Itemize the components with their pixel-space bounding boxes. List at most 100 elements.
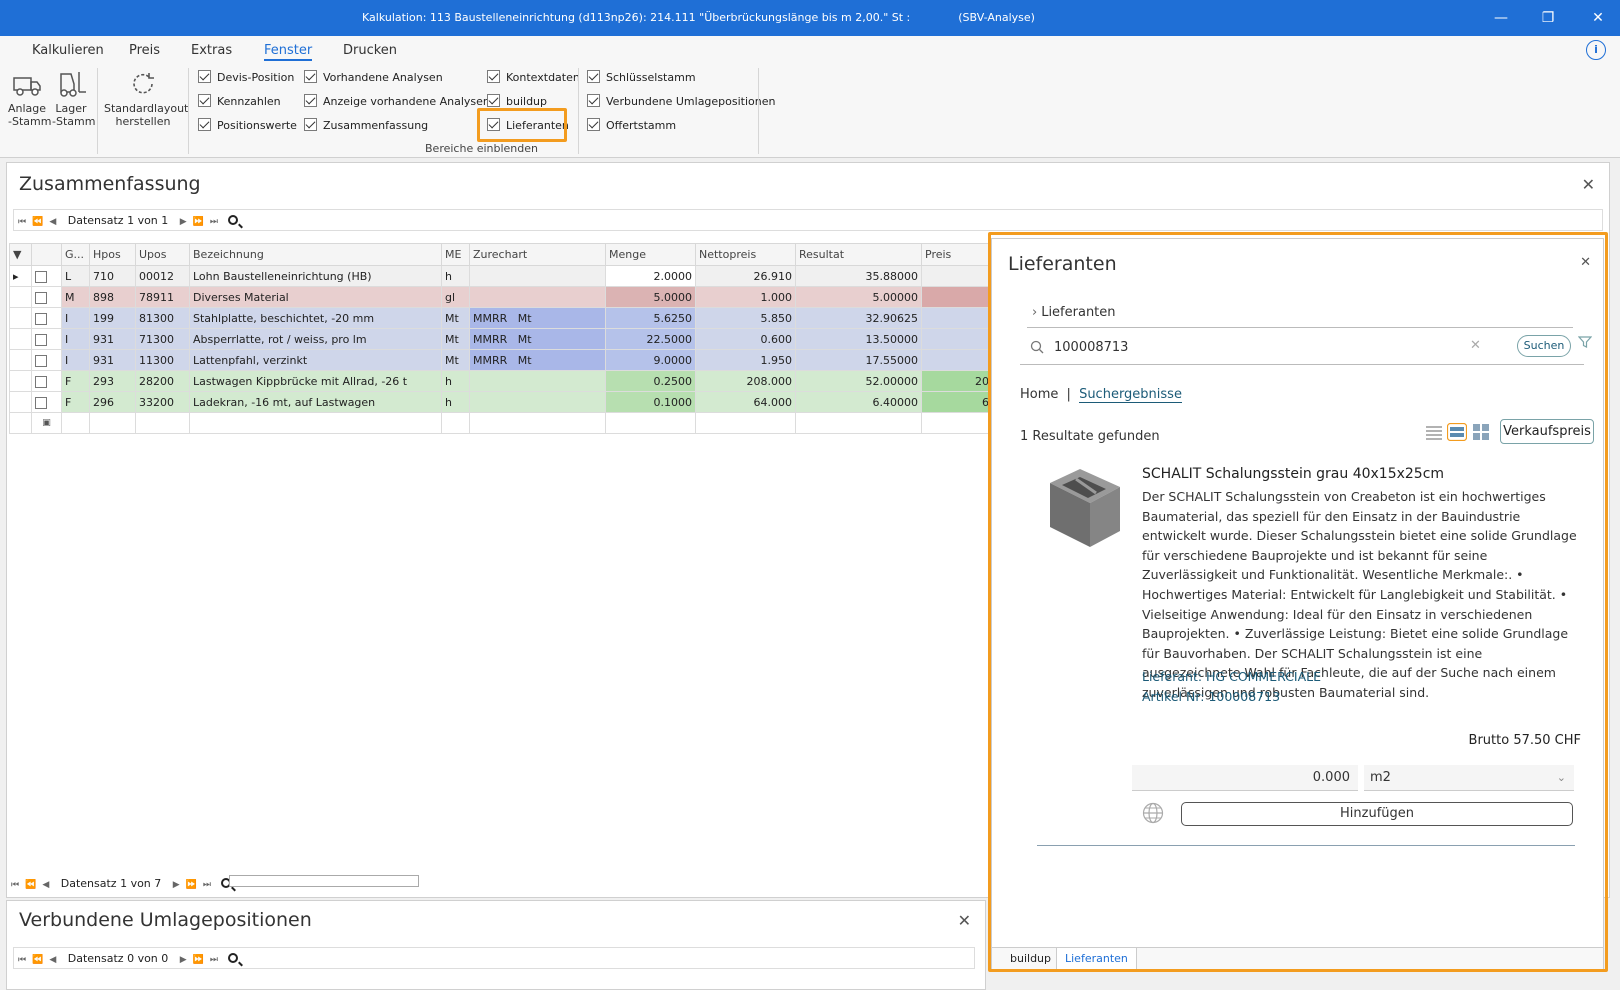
cell-hpos[interactable]: 898 (89, 286, 136, 308)
cell-zurechart[interactable]: MMRR Mt (469, 328, 606, 350)
checkbox-devis-position[interactable]: Devis-Position (198, 70, 294, 86)
table-row[interactable]: F 293 28200 Lastwagen Kippbrücke mit All… (9, 370, 1000, 392)
cell-upos[interactable]: 11300 (135, 349, 190, 371)
checkbox-positionswerte[interactable]: Positionswerte (198, 118, 297, 134)
cell-resultat[interactable]: 6.40000 (795, 391, 922, 413)
column-header-g[interactable]: G... (61, 243, 90, 266)
column-header-nettopreis[interactable]: Nettopreis (695, 243, 796, 266)
table-row[interactable]: I 199 81300 Stahlplatte, beschichtet, -2… (9, 307, 1000, 329)
cell-resultat[interactable]: 35.88000 (795, 265, 922, 287)
cell-zurechart[interactable] (469, 265, 606, 287)
cell-nettopreis[interactable]: 0.600 (695, 328, 796, 350)
next-page-icon[interactable]: ⏩ (186, 880, 197, 890)
cell-me[interactable]: h (441, 391, 470, 413)
column-header-hpos[interactable]: Hpos (89, 243, 136, 266)
column-header-select[interactable] (31, 243, 62, 266)
column-header-menge[interactable]: Menge (605, 243, 696, 266)
cell-zurechart[interactable] (469, 286, 606, 308)
prev-record-icon[interactable]: ◀ (49, 217, 56, 227)
table-row[interactable]: I 931 11300 Lattenpfahl, verzinkt Mt MMR… (9, 349, 1000, 371)
cell-me[interactable]: Mt (441, 328, 470, 350)
search-icon[interactable] (227, 215, 238, 225)
cell-hpos[interactable]: 931 (89, 349, 136, 371)
row-checkbox[interactable] (31, 265, 62, 287)
last-record-icon[interactable]: ⏭ (203, 880, 211, 890)
cell-zurechart[interactable]: MMRR Mt (469, 349, 606, 371)
row-checkbox[interactable] (31, 370, 62, 392)
cell-me[interactable]: Mt (441, 349, 470, 371)
cell-hpos[interactable]: 293 (89, 370, 136, 392)
cell-nettopreis[interactable]: 26.910 (695, 265, 796, 287)
column-header-resultat[interactable]: Resultat (795, 243, 922, 266)
column-header-me[interactable]: ME (441, 243, 470, 266)
cell-upos[interactable]: 00012 (135, 265, 190, 287)
cell-zurechart[interactable] (469, 391, 606, 413)
cell-hpos[interactable]: 710 (89, 265, 136, 287)
cell-g[interactable]: M (61, 286, 90, 308)
new-row-icon[interactable]: ▣ (31, 412, 62, 434)
standardlayout-button[interactable]: Standardlayout herstellen (104, 70, 188, 128)
table-row[interactable]: F 296 33200 Ladekran, -16 mt, auf Lastwa… (9, 391, 1000, 413)
checkbox-offertstamm[interactable]: Offertstamm (587, 118, 676, 134)
menu-extras[interactable]: Extras (191, 43, 232, 58)
next-page-icon[interactable]: ⏩ (193, 955, 204, 965)
cell-menge[interactable]: 0.1000 (605, 391, 696, 413)
first-record-icon[interactable]: ⏮ (18, 217, 26, 227)
cell-me[interactable]: h (441, 265, 470, 287)
horizontal-scrollbar[interactable] (229, 875, 419, 887)
anlage-stamm-button[interactable]: Anlage -Stamm (8, 70, 51, 128)
menu-fenster[interactable]: Fenster (264, 43, 313, 61)
column-header-upos[interactable]: Upos (135, 243, 190, 266)
column-header-zurechart[interactable]: Zurechart (469, 243, 606, 266)
prev-page-icon[interactable]: ⏪ (32, 955, 43, 965)
cell-nettopreis[interactable]: 5.850 (695, 307, 796, 329)
cell-me[interactable]: gl (441, 286, 470, 308)
close-icon[interactable]: ✕ (958, 911, 971, 930)
cell-nettopreis[interactable]: 1.000 (695, 286, 796, 308)
cell-resultat[interactable]: 32.90625 (795, 307, 922, 329)
row-checkbox[interactable] (31, 349, 62, 371)
row-checkbox[interactable] (31, 307, 62, 329)
lager-stamm-button[interactable]: Lager -Stamm (52, 70, 95, 128)
restore-icon[interactable]: ❐ (1538, 8, 1558, 28)
row-checkbox[interactable] (31, 391, 62, 413)
table-row[interactable]: ▸ L 710 00012 Lohn Baustelleneinrichtung… (9, 265, 1000, 287)
cell-g[interactable]: I (61, 307, 90, 329)
row-checkbox[interactable] (31, 286, 62, 308)
cell-zurechart[interactable]: MMRR Mt (469, 307, 606, 329)
table-row[interactable]: I 931 71300 Absperrlatte, rot / weiss, p… (9, 328, 1000, 350)
info-icon[interactable]: i (1586, 40, 1606, 60)
close-icon[interactable]: ✕ (1582, 175, 1595, 194)
cell-menge[interactable]: 9.0000 (605, 349, 696, 371)
cell-resultat[interactable]: 17.55000 (795, 349, 922, 371)
cell-bezeichnung[interactable]: Lastwagen Kippbrücke mit Allrad, -26 t (189, 370, 442, 392)
cell-upos[interactable]: 33200 (135, 391, 190, 413)
cell-me[interactable]: Mt (441, 307, 470, 329)
cell-bezeichnung[interactable]: Ladekran, -16 mt, auf Lastwagen (189, 391, 442, 413)
cell-me[interactable]: h (441, 370, 470, 392)
checkbox-verbundene-umlagepositionen[interactable]: Verbundene Umlagepositionen (587, 94, 776, 110)
cell-menge[interactable]: 5.0000 (605, 286, 696, 308)
cell-resultat[interactable]: 52.00000 (795, 370, 922, 392)
cell-bezeichnung[interactable]: Stahlplatte, beschichtet, -20 mm (189, 307, 442, 329)
next-record-icon[interactable]: ▶ (173, 880, 180, 890)
cell-bezeichnung[interactable]: Diverses Material (189, 286, 442, 308)
cell-hpos[interactable]: 931 (89, 328, 136, 350)
cell-g[interactable]: F (61, 370, 90, 392)
prev-page-icon[interactable]: ⏪ (32, 217, 43, 227)
checkbox-anzeige-vorhandene-analysen[interactable]: Anzeige vorhandene Analysen (304, 94, 490, 110)
cell-resultat[interactable]: 13.50000 (795, 328, 922, 350)
first-record-icon[interactable]: ⏮ (11, 880, 19, 890)
row-checkbox[interactable] (31, 328, 62, 350)
checkbox-zusammenfassung[interactable]: Zusammenfassung (304, 118, 428, 134)
last-record-icon[interactable]: ⏭ (210, 955, 218, 965)
filter-icon[interactable]: ▼ (9, 243, 32, 266)
cell-nettopreis[interactable]: 64.000 (695, 391, 796, 413)
cell-g[interactable]: I (61, 328, 90, 350)
cell-g[interactable]: L (61, 265, 90, 287)
cell-nettopreis[interactable]: 208.000 (695, 370, 796, 392)
cell-upos[interactable]: 71300 (135, 328, 190, 350)
menu-kalkulieren[interactable]: Kalkulieren (32, 43, 104, 58)
cell-upos[interactable]: 28200 (135, 370, 190, 392)
cell-bezeichnung[interactable]: Lattenpfahl, verzinkt (189, 349, 442, 371)
